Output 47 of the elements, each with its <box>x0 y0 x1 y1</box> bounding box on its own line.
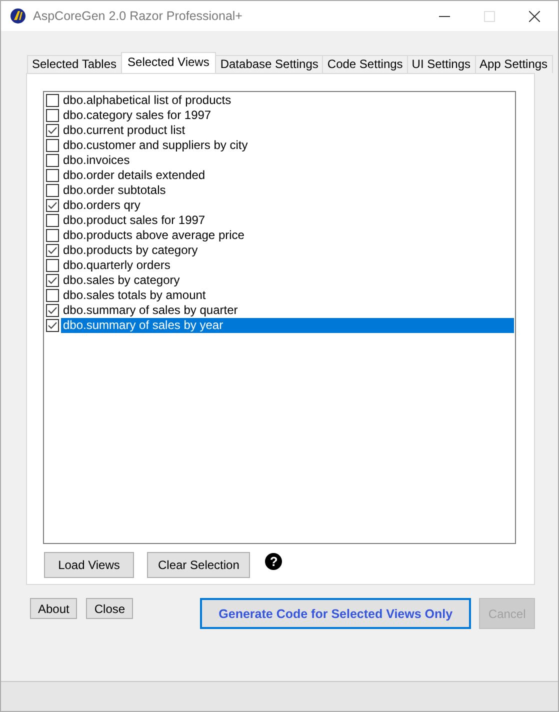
panel-button[interactable]: Load Views <box>44 552 134 578</box>
list-item[interactable]: dbo.product sales for 1997 <box>61 213 514 228</box>
list-item[interactable]: dbo.quarterly orders <box>61 258 514 273</box>
checkbox[interactable] <box>46 214 59 227</box>
checkbox[interactable] <box>46 94 59 107</box>
checkbox[interactable] <box>46 184 59 197</box>
tab[interactable]: Database Settings <box>215 55 324 73</box>
checkbox[interactable] <box>46 154 59 167</box>
list-item[interactable]: dbo.alphabetical list of products <box>61 93 514 108</box>
checkbox[interactable] <box>46 289 59 302</box>
list-item[interactable]: dbo.category sales for 1997 <box>61 108 514 123</box>
tab[interactable]: UI Settings <box>406 55 476 73</box>
list-item[interactable]: dbo.summary of sales by year <box>61 318 514 333</box>
checkbox[interactable] <box>46 274 59 287</box>
tab[interactable]: App Settings <box>474 55 553 73</box>
footer-button[interactable]: About <box>30 598 78 619</box>
list-item[interactable]: dbo.orders qry <box>61 198 514 213</box>
checkbox[interactable] <box>46 319 59 332</box>
list-item[interactable]: dbo.current product list <box>61 123 514 138</box>
checkbox[interactable] <box>46 259 59 272</box>
tab[interactable]: Code Settings <box>322 55 408 73</box>
window-title: AspCoreGen 2.0 Razor Professional+ <box>33 9 242 23</box>
tab[interactable]: Selected Tables <box>27 55 122 73</box>
close-icon[interactable] <box>529 10 540 22</box>
help-icon[interactable]: ? <box>265 552 282 570</box>
checkbox[interactable] <box>46 244 59 257</box>
list-item[interactable]: dbo.invoices <box>61 153 514 168</box>
checkbox[interactable] <box>46 139 59 152</box>
list-item[interactable]: dbo.summary of sales by quarter <box>61 303 514 318</box>
tab[interactable]: Selected Views <box>120 52 216 73</box>
list-item[interactable]: dbo.products by category <box>61 243 514 258</box>
checkbox[interactable] <box>46 199 59 212</box>
checkbox[interactable] <box>46 169 59 182</box>
footer-button[interactable]: Close <box>86 598 134 619</box>
checkbox[interactable] <box>46 229 59 242</box>
panel-button[interactable]: Clear Selection <box>147 552 250 578</box>
checkbox[interactable] <box>46 124 59 137</box>
list-item[interactable]: dbo.order subtotals <box>61 183 514 198</box>
checkbox[interactable] <box>46 109 59 122</box>
list-item[interactable]: dbo.order details extended <box>61 168 514 183</box>
footer-button[interactable]: Generate Code for Selected Views Only <box>200 598 472 629</box>
list-item[interactable]: dbo.products above average price <box>61 228 514 243</box>
list-item[interactable]: dbo.customer and suppliers by city <box>61 138 514 153</box>
list-item[interactable]: dbo.sales by category <box>61 273 514 288</box>
app-logo-icon <box>10 8 26 24</box>
list-item[interactable]: dbo.sales totals by amount <box>61 288 514 303</box>
checkbox[interactable] <box>46 304 59 317</box>
